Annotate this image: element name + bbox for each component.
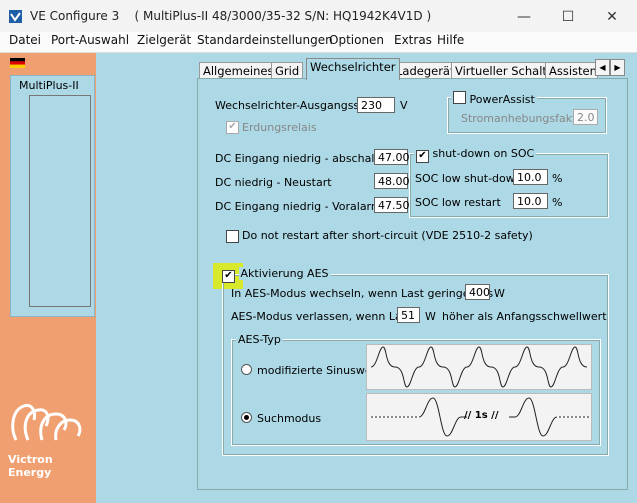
menu-port-auswahl[interactable]: Port-Auswahl [51,33,129,47]
soc-label: shut-down on SOC [432,147,535,160]
modified-sine-wave-graphic [366,344,592,390]
ground-relay-checkbox[interactable]: ✔ [226,121,239,134]
aes-checkbox[interactable]: ✔ [222,270,235,283]
aes-leave-label: AES-Modus verlassen, wenn Last [231,310,412,323]
dc-low-shutdown-input[interactable]: 47.00 [374,149,410,165]
dc-low-prealarm-label: DC Eingang niedrig - Voralarm [215,200,382,213]
aes-mode-modified-sine-radio[interactable] [241,364,252,375]
tab-grid[interactable]: Grid [271,62,304,79]
aes-type-title: AES-Typ [236,333,283,346]
boost-factor-input[interactable]: 2.0 [573,109,598,125]
aes-leave-input[interactable]: 51 [397,307,420,323]
soc-low-restart-input[interactable]: 10.0 [513,193,548,209]
soc-low-shutdown-input[interactable]: 10.0 [513,169,548,185]
dc-low-shutdown-label: DC Eingang niedrig - abschalten [215,152,393,165]
app-icon [9,10,22,23]
short-circuit-checkbox[interactable] [226,230,239,243]
tab-scroll-left-icon[interactable]: ◀ [595,59,610,76]
powerassist-label: PowerAssist [469,93,535,106]
tab-assistent[interactable]: Assistent [545,62,598,79]
tab-scroll-right-icon[interactable]: ▶ [610,59,625,76]
aes-leave-suffix: höher als Anfangsschwellwert [442,310,607,323]
search-mode-wave-graphic: // 1s // [366,393,592,441]
soc-title: ✔ shut-down on SOC [414,147,537,163]
soc-low-restart-label: SOC low restart [415,196,501,209]
output-voltage-input[interactable]: 230 [357,97,395,113]
menu-extras[interactable]: Extras [394,33,432,47]
victron-logo: Victron Energy [6,398,94,479]
device-list[interactable] [29,95,91,307]
menu-datei[interactable]: Datei [9,33,41,47]
menu-standardeinstellungen[interactable]: Standardeinstellungen [197,33,333,47]
aes-mode-search-label: Suchmodus [257,412,322,425]
menu-bar: Datei Port-Auswahl Zielgerät Standardein… [0,32,637,53]
victron-logo-text: Victron Energy [8,453,53,479]
soc-restart-unit: % [552,196,563,209]
aes-enter-label: In AES-Modus wechseln, wenn Last geringe… [231,287,494,300]
output-voltage-label: Wechselrichter-Ausgangssp. [215,99,370,112]
aes-mode-search-radio[interactable] [241,412,252,423]
ground-relay-label: Erdungsrelais [242,121,317,134]
modified-sine-wave-icon [370,346,588,388]
device-name: MultiPlus-II [19,79,79,92]
soc-checkbox[interactable]: ✔ [416,150,429,163]
title-bar: VE Configure 3 ( MultiPlus-II 48/3000/35… [0,0,637,32]
menu-hilfe[interactable]: Hilfe [437,33,464,47]
aes-label: Aktivierung AES [238,267,331,280]
minimize-button[interactable]: — [502,4,546,30]
tab-wechselrichter[interactable]: Wechselrichter [306,58,400,80]
powerassist-checkbox[interactable] [453,91,466,104]
window-title: VE Configure 3 ( MultiPlus-II 48/3000/35… [30,9,432,23]
aes-title: ✔ Aktivierung AES [220,267,333,283]
maximize-button[interactable]: ☐ [546,4,590,30]
tab-ladegeraet[interactable]: Ladegerät [392,62,459,79]
output-voltage-unit: V [400,99,408,112]
aes-enter-input[interactable]: 400 [465,284,490,300]
aes-enter-unit: W [494,287,505,300]
close-button[interactable]: ✕ [590,4,634,30]
german-flag-icon[interactable] [10,58,25,68]
aes-leave-unit: W [425,310,436,323]
soc-shutdown-unit: % [552,172,563,185]
device-panel: MultiPlus-II [10,75,95,317]
menu-optionen[interactable]: Optionen [329,33,384,47]
menu-zielgeraet[interactable]: Zielgerät [137,33,191,47]
victron-logo-icon [11,403,82,441]
dc-low-restart-input[interactable]: 48.00 [374,173,410,189]
dc-low-restart-label: DC niedrig - Neustart [215,176,332,189]
search-interval-text: // 1s // [464,410,499,421]
powerassist-title: PowerAssist [451,90,537,106]
short-circuit-label: Do not restart after short-circuit (VDE … [242,229,533,242]
soc-low-shutdown-label: SOC low shut-down [415,172,522,185]
dc-low-prealarm-input[interactable]: 47.50 [374,197,410,213]
tab-allgemeines[interactable]: Allgemeines [199,62,278,79]
boost-factor-label: Stromanhebungsfaktor [461,112,588,125]
